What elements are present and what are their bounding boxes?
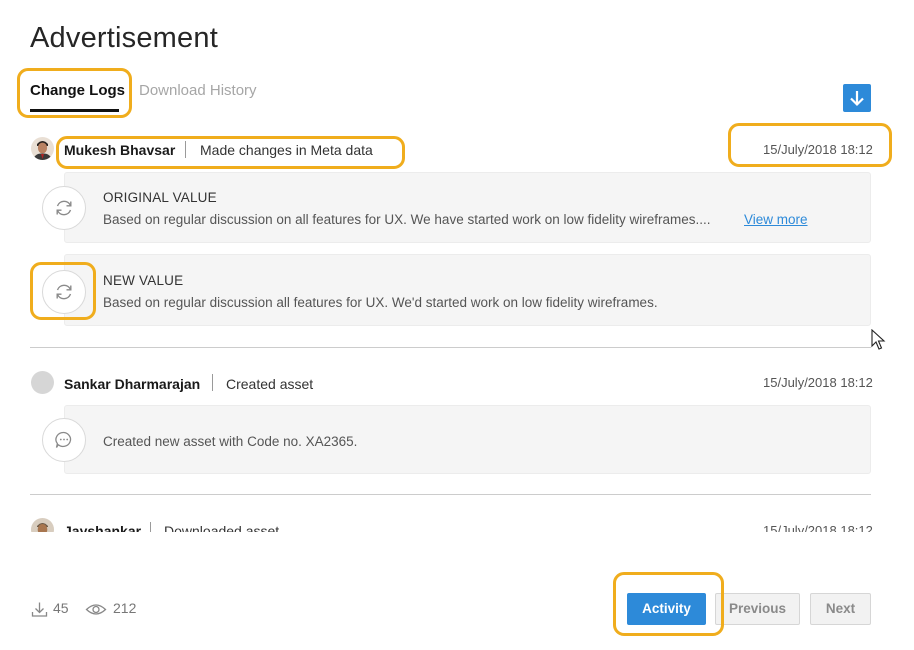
previous-button[interactable]: Previous — [715, 593, 800, 625]
author-separator — [150, 522, 151, 532]
original-value-heading: ORIGINAL VALUE — [103, 190, 217, 205]
log-author[interactable]: Jayshankar — [64, 523, 141, 532]
comment-icon-circle — [42, 418, 86, 462]
user-photo-icon — [31, 518, 54, 532]
log-action: Created asset — [226, 376, 314, 392]
log-timestamp: 15/July/2018 18:12 — [763, 375, 873, 390]
refresh-icon — [56, 200, 72, 216]
avatar-jayshankar — [31, 518, 54, 532]
author-separator — [212, 374, 213, 391]
new-value-icon-circle — [42, 270, 86, 314]
view-count: 212 — [85, 600, 145, 616]
new-value-card — [64, 254, 871, 326]
activity-button[interactable]: Activity — [627, 593, 706, 625]
log-timestamp: 15/July/2018 18:12 — [763, 142, 873, 157]
new-value-text: Based on regular discussion all features… — [103, 295, 658, 310]
created-asset-text: Created new asset with Code no. XA2365. — [103, 434, 358, 449]
log-action: Made changes in Meta data — [200, 142, 373, 158]
original-value-icon-circle — [42, 186, 86, 230]
tab-download-history[interactable]: Download History — [139, 82, 257, 99]
mouse-pointer-icon — [871, 329, 886, 350]
avatar-sankar-dharmarajan — [31, 371, 54, 394]
eye-icon — [85, 604, 107, 615]
log-divider — [30, 494, 871, 495]
download-count-value: 45 — [53, 600, 69, 616]
new-value-heading: NEW VALUE — [103, 273, 184, 288]
author-separator — [185, 141, 186, 158]
comment-icon — [55, 431, 72, 448]
log-divider — [30, 347, 871, 348]
log-author[interactable]: Sankar Dharmarajan — [64, 376, 200, 392]
download-count: 45 — [31, 600, 77, 617]
active-tab-indicator — [30, 109, 119, 112]
next-button[interactable]: Next — [810, 593, 871, 625]
download-button[interactable] — [843, 84, 871, 112]
view-more-link[interactable]: View more — [744, 212, 808, 227]
log-entry-partial: Jayshankar Downloaded asset 15/July/2018… — [0, 505, 914, 532]
avatar-mukesh-bhavsar — [31, 137, 54, 160]
original-value-text: Based on regular discussion on all featu… — [103, 212, 711, 227]
refresh-icon — [56, 284, 72, 300]
original-value-card — [64, 172, 871, 243]
page-title: Advertisement — [30, 22, 218, 54]
user-photo-icon — [31, 137, 54, 160]
log-timestamp: 15/July/2018 18:12 — [763, 523, 873, 532]
download-count-icon — [31, 602, 48, 617]
view-count-value: 212 — [113, 600, 137, 616]
log-action: Downloaded asset — [164, 523, 280, 532]
log-author[interactable]: Mukesh Bhavsar — [64, 142, 175, 158]
arrow-down-icon — [850, 91, 864, 107]
tab-change-logs[interactable]: Change Logs — [30, 82, 125, 99]
